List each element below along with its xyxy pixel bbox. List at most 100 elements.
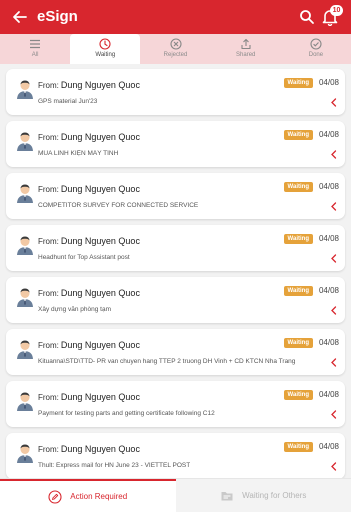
sender-name: Dung Nguyen Quoc [60, 184, 140, 194]
list-item[interactable]: From: Dung Nguyen Quoc Kituanna\STD\TTD- … [6, 329, 345, 375]
tab-shared[interactable]: Shared [211, 34, 281, 64]
item-date: 04/08 [318, 182, 339, 191]
list-item[interactable]: From: Dung Nguyen Quoc COMPETITOR SURVEY … [6, 173, 345, 219]
tab-rejected[interactable]: Rejected [140, 34, 210, 64]
sender-name: Dung Nguyen Quoc [60, 80, 140, 90]
document-subject: Kituanna\STD\TTD- PR van chuyen hang TTE… [38, 358, 296, 365]
item-date: 04/08 [318, 442, 339, 451]
chevron-left-icon [331, 150, 337, 159]
status-tabs: All Waiting Rejected Shared Done [0, 34, 351, 64]
sender-line: From: Dung Nguyen Quoc [38, 288, 140, 298]
sender-name: Dung Nguyen Quoc [60, 444, 140, 454]
chevron-left-icon [331, 306, 337, 315]
search-icon[interactable] [299, 9, 315, 25]
from-label: From: [38, 185, 59, 194]
status-badge: Waiting [283, 182, 313, 192]
status-badge: Waiting [283, 78, 313, 88]
chevron-left-icon [331, 98, 337, 107]
document-subject: Headhunt for Top Assistant post [38, 254, 130, 261]
sender-line: From: Dung Nguyen Quoc [38, 444, 140, 454]
sender-name: Dung Nguyen Quoc [60, 132, 140, 142]
document-list: From: Dung Nguyen Quoc GPS material Jun'2… [0, 64, 351, 478]
item-date: 04/08 [318, 390, 339, 399]
sender-line: From: Dung Nguyen Quoc [38, 236, 140, 246]
x-circle-icon [169, 38, 182, 50]
document-subject: Thult: Express mail for HN June 23 - VIE… [38, 462, 191, 469]
avatar-icon [17, 132, 33, 151]
document-subject: MUA LINH KIỆN MÁY TÍNH [38, 150, 119, 157]
avatar-icon [17, 392, 33, 411]
from-label: From: [38, 445, 59, 454]
document-subject: Payment for testing parts and getting ce… [38, 410, 215, 417]
edit-icon [48, 489, 62, 504]
status-badge: Waiting [283, 338, 313, 348]
item-date: 04/08 [318, 286, 339, 295]
tab-done[interactable]: Done [281, 34, 351, 64]
from-label: From: [38, 289, 59, 298]
sender-line: From: Dung Nguyen Quoc [38, 80, 140, 90]
tab-label: Rejected [163, 52, 188, 58]
sender-line: From: Dung Nguyen Quoc [38, 392, 140, 402]
from-label: From: [38, 81, 59, 90]
check-circle-icon [310, 38, 322, 50]
avatar-icon [17, 444, 33, 463]
avatar-icon [17, 236, 33, 255]
bottom-nav-label: Action Required [70, 492, 128, 501]
back-arrow-icon[interactable] [12, 9, 28, 25]
status-badge: Waiting [283, 442, 313, 452]
chevron-left-icon [331, 358, 337, 367]
sender-name: Dung Nguyen Quoc [60, 392, 140, 402]
status-badge: Waiting [283, 390, 313, 400]
action-required-tab[interactable]: Action Required [0, 479, 176, 512]
sender-line: From: Dung Nguyen Quoc [38, 184, 140, 194]
from-label: From: [38, 237, 59, 246]
waiting-for-others-tab[interactable]: Waiting for Others [175, 479, 351, 512]
document-subject: COMPETITOR SURVEY FOR CONNECTED SERVICE [38, 202, 199, 209]
document-subject: GPS material Jun'23 [38, 98, 98, 105]
sender-line: From: Dung Nguyen Quoc [38, 132, 140, 142]
item-date: 04/08 [318, 338, 339, 347]
sender-line: From: Dung Nguyen Quoc [38, 340, 140, 350]
list-item[interactable]: From: Dung Nguyen Quoc Xây dựng văn phòng… [6, 277, 345, 323]
app-header: eSign 10 [0, 0, 351, 34]
from-label: From: [38, 341, 59, 350]
list-item[interactable]: From: Dung Nguyen Quoc Thult: Express mai… [6, 433, 345, 478]
tab-label: Done [308, 52, 324, 58]
list-item[interactable]: From: Dung Nguyen Quoc Headhunt for Top A… [6, 225, 345, 271]
list-icon [30, 39, 41, 49]
list-item[interactable]: From: Dung Nguyen Quoc Payment for testin… [6, 381, 345, 427]
status-badge: Waiting [283, 234, 313, 244]
avatar-icon [17, 340, 33, 359]
status-badge: Waiting [283, 130, 313, 140]
page-title: eSign [37, 8, 78, 25]
share-icon [241, 38, 251, 50]
item-date: 04/08 [318, 130, 339, 139]
from-label: From: [38, 393, 59, 402]
chevron-left-icon [331, 462, 337, 471]
folder-icon [221, 491, 233, 500]
notification-badge: 10 [330, 5, 343, 16]
item-date: 04/08 [318, 78, 339, 87]
sender-name: Dung Nguyen Quoc [60, 236, 140, 246]
document-subject: Xây dựng văn phòng tạm [38, 306, 112, 313]
sender-name: Dung Nguyen Quoc [60, 340, 140, 350]
sender-name: Dung Nguyen Quoc [60, 288, 140, 298]
tab-label: Shared [236, 52, 256, 58]
avatar-icon [17, 184, 33, 203]
status-badge: Waiting [283, 286, 313, 296]
tab-waiting[interactable]: Waiting [70, 34, 141, 64]
chevron-left-icon [331, 202, 337, 211]
avatar-icon [17, 80, 33, 99]
tab-label: Waiting [95, 52, 116, 58]
list-item[interactable]: From: Dung Nguyen Quoc MUA LINH KIỆN MÁY … [6, 121, 345, 167]
clock-icon [99, 38, 111, 50]
item-date: 04/08 [318, 234, 339, 243]
tab-all[interactable]: All [0, 34, 70, 64]
chevron-left-icon [331, 254, 337, 263]
chevron-left-icon [331, 410, 337, 419]
bottom-nav: Action Required Waiting for Others [0, 478, 351, 512]
from-label: From: [38, 133, 59, 142]
list-item[interactable]: From: Dung Nguyen Quoc GPS material Jun'2… [6, 69, 345, 115]
bottom-nav-label: Waiting for Others [242, 491, 307, 500]
avatar-icon [17, 288, 33, 307]
